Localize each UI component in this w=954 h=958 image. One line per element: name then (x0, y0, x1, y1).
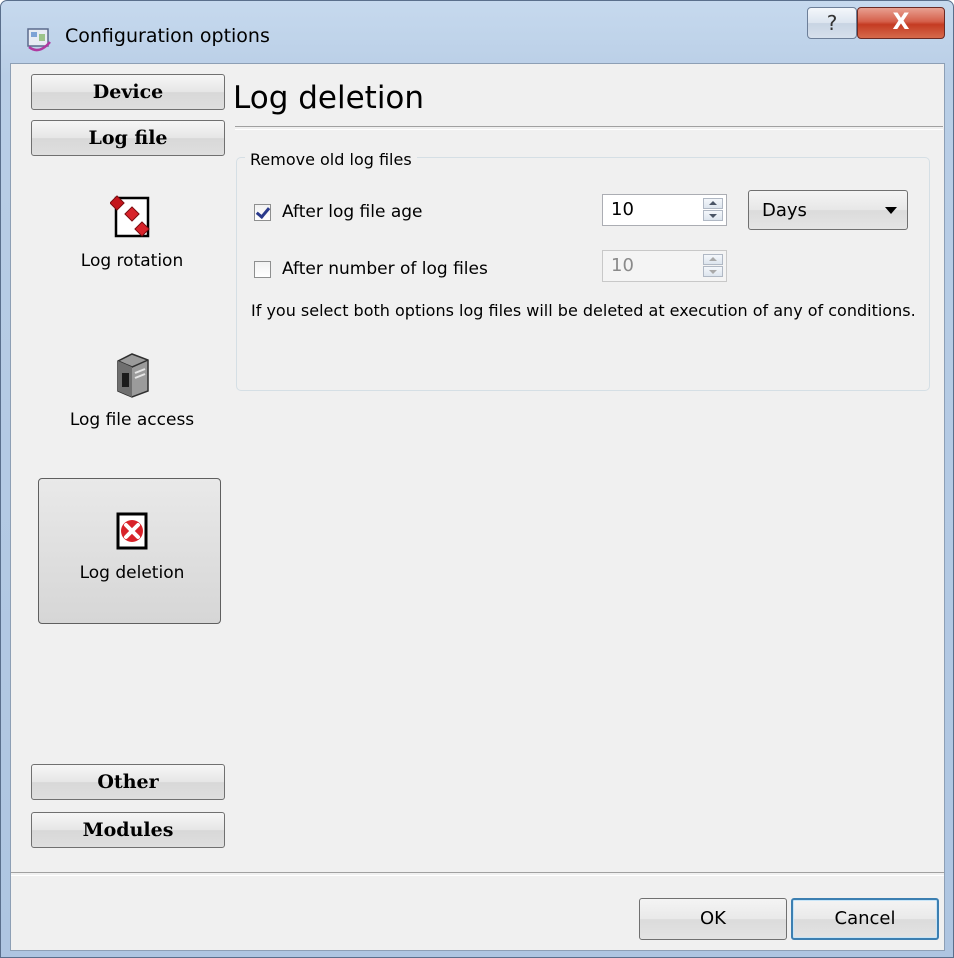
sidebar-item-log-file-access[interactable]: Log file access (37, 351, 227, 430)
spin-down-icon[interactable] (703, 210, 723, 221)
age-value-input[interactable]: 10 (602, 194, 727, 226)
after-age-label[interactable]: After log file age (282, 202, 423, 222)
dialog-window: Configuration options ? X Device Log fil… (0, 0, 954, 958)
nav-button-modules[interactable]: Modules (31, 812, 225, 848)
page-title: Log deletion (233, 80, 425, 116)
after-count-label[interactable]: After number of log files (282, 259, 488, 279)
help-icon: ? (826, 11, 838, 35)
chevron-down-icon (885, 207, 897, 214)
group-title: Remove old log files (245, 150, 417, 169)
cancel-button[interactable]: Cancel (791, 898, 939, 940)
count-value: 10 (611, 255, 634, 276)
title-divider (235, 126, 943, 130)
spin-down-icon[interactable] (703, 266, 723, 277)
nav-button-log-file[interactable]: Log file (31, 120, 225, 156)
age-value: 10 (611, 199, 634, 220)
window-title: Configuration options (65, 25, 270, 47)
sidebar-item-label: Log deletion (79, 563, 185, 583)
footer-separator (11, 872, 944, 876)
help-button[interactable]: ? (807, 7, 857, 39)
info-text: If you select both options log files wil… (251, 301, 916, 320)
age-unit-value: Days (762, 200, 807, 221)
ok-button[interactable]: OK (639, 898, 787, 940)
sidebar-item-label: Log file access (69, 410, 195, 430)
delete-icon (37, 510, 227, 557)
after-count-checkbox[interactable] (254, 261, 271, 278)
count-spinner[interactable] (703, 254, 723, 278)
count-value-input[interactable]: 10 (602, 250, 727, 282)
spin-up-icon[interactable] (703, 198, 723, 209)
title-bar[interactable]: Configuration options ? X (1, 1, 953, 63)
sidebar-item-log-rotation[interactable]: Log rotation (37, 194, 227, 271)
sidebar-item-label: Log rotation (80, 251, 184, 271)
app-icon (25, 25, 53, 53)
nav-button-device[interactable]: Device (31, 74, 225, 110)
close-icon: X (892, 10, 910, 35)
age-unit-dropdown[interactable]: Days (748, 190, 908, 230)
age-spinner[interactable] (703, 198, 723, 222)
spin-up-icon[interactable] (703, 254, 723, 265)
dialog-client-area: Device Log file Log rotation Log file ac… (10, 63, 945, 951)
close-button[interactable]: X (857, 7, 945, 39)
log-rotation-icon (37, 194, 227, 245)
sidebar-item-log-deletion-content: Log deletion (37, 510, 227, 583)
server-icon (37, 351, 227, 404)
nav-button-other[interactable]: Other (31, 764, 225, 800)
after-age-checkbox[interactable] (254, 204, 271, 221)
